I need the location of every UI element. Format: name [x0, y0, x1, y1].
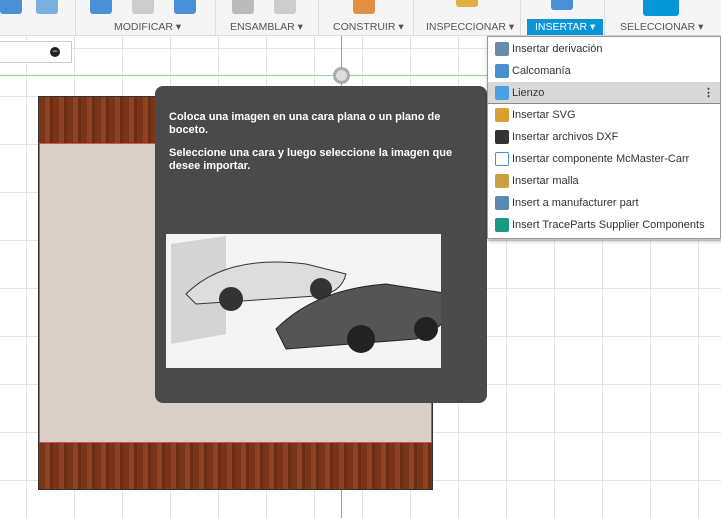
hole-icon[interactable]	[36, 0, 58, 14]
menu-item-label: Lienzo	[512, 87, 545, 99]
inspect-menu[interactable]: INSPECCIONAR ▾	[426, 21, 514, 33]
toolbar-group-create[interactable]	[0, 0, 76, 36]
menu-item-label: Insertar derivación	[512, 43, 603, 55]
chamfer-icon[interactable]	[174, 0, 196, 14]
component-icon[interactable]	[232, 0, 254, 14]
browser-panel[interactable]: −	[0, 41, 72, 63]
menu-item-insert-svg[interactable]: Insertar SVG	[488, 104, 720, 126]
menu-item-label: Insertar componente McMaster-Carr	[512, 153, 690, 165]
menu-item-insert-dxf[interactable]: Insertar archivos DXF	[488, 126, 720, 148]
modify-menu[interactable]: MODIFICAR ▾	[114, 21, 181, 33]
derive-icon	[495, 42, 509, 56]
menu-item-canvas[interactable]: Lienzo ⋮	[488, 82, 720, 104]
mesh-icon	[495, 174, 509, 188]
menu-item-label: Insertar SVG	[512, 109, 576, 121]
construct-menu[interactable]: CONSTRUIR ▾	[333, 21, 404, 33]
assemble-menu[interactable]: ENSAMBLAR ▾	[230, 21, 303, 33]
joint-icon[interactable]	[274, 0, 296, 14]
svg-file-icon	[495, 108, 509, 122]
tooltip-instruction: Seleccione una cara y luego seleccione l…	[169, 147, 453, 172]
menu-item-manufacturer-part[interactable]: Insert a manufacturer part	[488, 192, 720, 214]
toolbar-group-construct[interactable]: CONSTRUIR ▾	[319, 0, 414, 36]
menu-item-label: Insert a manufacturer part	[512, 197, 639, 209]
menu-item-label: Calcomanía	[512, 65, 571, 77]
menu-item-mcmaster[interactable]: Insertar componente McMaster-Carr	[488, 148, 720, 170]
fillet-icon[interactable]	[132, 0, 154, 14]
insert-image-icon[interactable]	[551, 0, 573, 10]
mcmaster-icon	[495, 152, 509, 166]
canvas-image-icon	[495, 86, 509, 100]
menu-item-label: Insertar archivos DXF	[512, 131, 619, 143]
menu-item-decal[interactable]: Calcomanía	[488, 60, 720, 82]
more-options-icon[interactable]: ⋮	[703, 82, 714, 104]
select-menu[interactable]: SELECCIONAR ▾	[620, 21, 703, 33]
tooltip-car-illustration	[166, 234, 441, 368]
toolbar-group-inspect[interactable]: INSPECCIONAR ▾	[414, 0, 521, 36]
plane-icon[interactable]	[353, 0, 375, 14]
toolbar-group-insert[interactable]: INSERTAR ▾	[521, 0, 605, 36]
traceparts-icon	[495, 218, 509, 232]
toolbar: MODIFICAR ▾ ENSAMBLAR ▾ CONSTRUIR ▾ INSP…	[0, 0, 721, 36]
tooltip-description: Coloca una imagen en una cara plana o un…	[169, 111, 441, 136]
decal-icon	[495, 64, 509, 78]
toolbar-group-modify[interactable]: MODIFICAR ▾	[76, 0, 216, 36]
dxf-file-icon	[495, 130, 509, 144]
toolbar-group-select[interactable]: SELECCIONAR ▾	[605, 0, 721, 36]
measure-icon[interactable]	[456, 0, 478, 7]
insert-dropdown-menu: Insertar derivación Calcomanía Lienzo ⋮ I…	[487, 36, 721, 239]
box-icon[interactable]	[0, 0, 22, 14]
menu-item-insert-mesh[interactable]: Insertar malla	[488, 170, 720, 192]
press-pull-icon[interactable]	[90, 0, 112, 14]
menu-item-insert-derive[interactable]: Insertar derivación	[488, 38, 720, 60]
minus-circle-icon[interactable]: −	[50, 47, 60, 57]
toolbar-group-assemble[interactable]: ENSAMBLAR ▾	[216, 0, 319, 36]
manufacturer-part-icon	[495, 196, 509, 210]
menu-item-label: Insert TraceParts Supplier Components	[512, 219, 705, 231]
menu-item-traceparts[interactable]: Insert TraceParts Supplier Components	[488, 214, 720, 236]
select-cursor-icon[interactable]	[643, 0, 679, 16]
insert-menu[interactable]: INSERTAR ▾	[527, 19, 604, 35]
tooltip-canvas: Coloca una imagen en una cara plana o un…	[155, 86, 487, 403]
origin-point[interactable]	[333, 67, 350, 84]
menu-item-label: Insertar malla	[512, 175, 579, 187]
